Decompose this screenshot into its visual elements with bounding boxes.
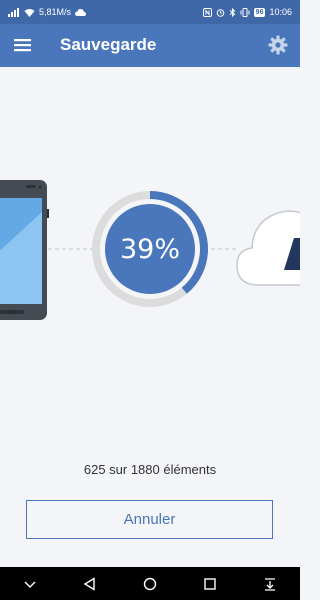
app-bar: Sauvegarde — [0, 24, 300, 67]
nav-download-button[interactable] — [255, 569, 285, 599]
bluetooth-icon — [229, 7, 236, 17]
clock: 10:06 — [269, 7, 292, 17]
vibrate-icon — [240, 7, 250, 17]
cloud-upload-icon — [75, 8, 87, 16]
system-nav-bar — [0, 567, 300, 600]
cancel-button[interactable]: Annuler — [26, 500, 273, 539]
status-left: 5,81M/s — [8, 7, 87, 17]
nav-back-button[interactable] — [75, 569, 105, 599]
status-bar: 5,81M/s 96 10:06 — [0, 0, 300, 24]
battery-indicator: 96 — [253, 7, 266, 17]
settings-button[interactable] — [267, 34, 289, 56]
hamburger-menu-icon — [14, 39, 31, 52]
alarm-icon — [216, 8, 225, 17]
nav-recents-button[interactable] — [195, 569, 225, 599]
status-right: 96 10:06 — [202, 7, 292, 17]
network-speed: 5,81M/s — [39, 7, 72, 17]
menu-button[interactable] — [13, 36, 33, 54]
nav-home-button[interactable] — [135, 569, 165, 599]
page-title: Sauvegarde — [60, 35, 157, 54]
download-icon — [265, 577, 275, 591]
gear-icon — [268, 35, 288, 55]
progress-percentage: 39% — [119, 234, 180, 265]
nav-hide-button[interactable] — [15, 569, 45, 599]
chevron-down-icon — [24, 581, 36, 588]
cloud-icon — [236, 210, 300, 286]
item-count-text: 625 sur 1880 éléments — [83, 462, 217, 477]
nfc-icon — [202, 7, 212, 17]
signal-icon — [8, 7, 20, 17]
phone-icon — [0, 180, 49, 320]
recents-square-icon — [204, 577, 216, 590]
wifi-icon — [24, 8, 35, 17]
back-triangle-icon — [83, 576, 95, 591]
backup-panel: 39% 625 sur 1880 éléments Annuler — [0, 67, 300, 567]
home-circle-icon — [143, 577, 157, 590]
